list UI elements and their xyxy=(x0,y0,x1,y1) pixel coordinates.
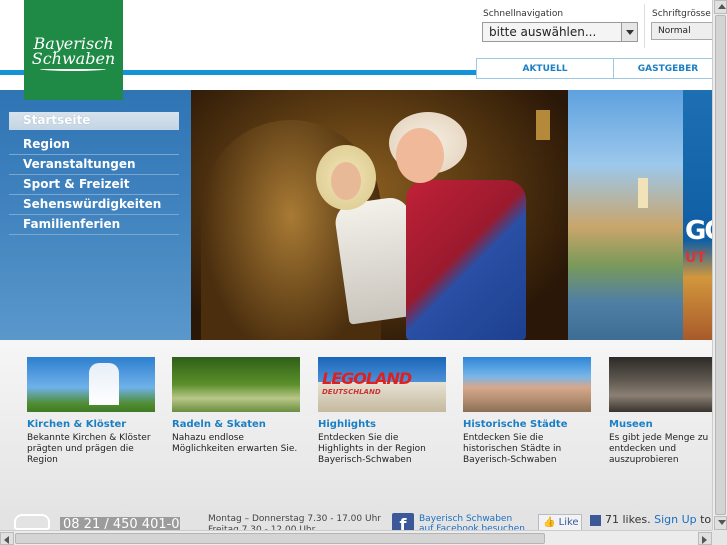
teaser-area: Kirchen & Klöster Bekannte Kirchen & Klö… xyxy=(0,340,712,512)
horizontal-scrollbar[interactable] xyxy=(0,530,712,545)
phone-icon xyxy=(14,514,50,530)
card-title[interactable]: Historische Städte xyxy=(463,419,591,430)
fontsize-value: Normal xyxy=(658,26,691,36)
quicknav-select[interactable]: bitte auswählen... xyxy=(482,22,638,42)
card-image[interactable] xyxy=(609,357,712,412)
legoland-logo-text: LEGOLAND DEUTSCHLAND xyxy=(322,369,412,396)
tab-gastgeber[interactable]: GASTGEBER xyxy=(613,58,723,79)
card-title[interactable]: Highlights xyxy=(318,419,446,430)
card-radeln[interactable]: Radeln & Skaten Nahazu endlose Möglichke… xyxy=(172,357,300,455)
horizontal-scroll-thumb[interactable] xyxy=(15,533,545,544)
scroll-up-button[interactable] xyxy=(714,0,727,14)
sidebar-item-label: Startseite xyxy=(23,113,91,127)
facebook-small-icon xyxy=(590,515,601,526)
card-image[interactable]: LEGOLAND DEUTSCHLAND xyxy=(318,357,446,412)
card-kirchen[interactable]: Kirchen & Klöster Bekannte Kirchen & Klö… xyxy=(27,357,155,466)
scrollbar-corner xyxy=(712,530,727,545)
hero-slider[interactable]: GO UT xyxy=(191,90,712,340)
card-desc: Bekannte Kirchen & Klöster prägten und p… xyxy=(27,433,151,465)
card-desc: Es gibt jede Menge zu entdecken und ausz… xyxy=(609,433,709,465)
card-image[interactable] xyxy=(27,357,155,412)
card-desc: Entdecken Sie die historischen Städte in… xyxy=(463,433,562,465)
card-desc: Entdecken Sie die Highlights in der Regi… xyxy=(318,433,426,465)
chevron-down-icon[interactable] xyxy=(621,23,637,41)
signup-link[interactable]: Sign Up xyxy=(654,513,697,526)
tab-aktuell[interactable]: AKTUELL xyxy=(476,58,614,79)
card-highlights[interactable]: LEGOLAND DEUTSCHLAND Highlights Entdecken… xyxy=(318,357,446,466)
vertical-scrollbar[interactable] xyxy=(712,0,727,530)
hero-image-legoland: GO UT xyxy=(683,90,712,340)
logo-swoosh xyxy=(40,67,106,71)
sidebar-item-sport[interactable]: Sport & Freizeit xyxy=(9,175,179,195)
header-divider xyxy=(644,4,645,48)
fontsize-select[interactable]: Normal xyxy=(651,22,721,40)
sidebar-item-sehenswuerdigkeiten[interactable]: Sehenswürdigkeiten xyxy=(9,195,179,215)
likes-text: 71 likes. Sign Up to see what your frien… xyxy=(605,513,712,526)
card-title[interactable]: Museen xyxy=(609,419,712,430)
sidebar-item-startseite[interactable]: Startseite xyxy=(9,112,179,130)
card-staedte[interactable]: Historische Städte Entdecken Sie die his… xyxy=(463,357,591,466)
sidebar-item-familienferien[interactable]: Familienferien xyxy=(9,215,179,235)
header: Bayerisch Schwaben Schnellnavigation bit… xyxy=(0,0,727,100)
card-desc: Nahazu endlose Möglichkeiten erwarten Si… xyxy=(172,433,298,454)
sidebar-item-veranstaltungen[interactable]: Veranstaltungen xyxy=(9,155,179,175)
logo[interactable]: Bayerisch Schwaben xyxy=(24,0,123,100)
card-museen[interactable]: Museen Es gibt jede Menge zu entdecken u… xyxy=(609,357,712,466)
logo-line2: Schwaben xyxy=(31,49,116,68)
scroll-down-button[interactable] xyxy=(714,516,727,530)
hero-image-town xyxy=(568,90,683,340)
scroll-left-button[interactable] xyxy=(0,532,14,545)
card-image[interactable] xyxy=(172,357,300,412)
card-title[interactable]: Radeln & Skaten xyxy=(172,419,300,430)
hero-image-theatre xyxy=(191,90,568,340)
scroll-right-button[interactable] xyxy=(698,532,712,545)
vertical-scroll-thumb[interactable] xyxy=(715,15,726,515)
card-image[interactable] xyxy=(463,357,591,412)
sidebar-item-region[interactable]: Region xyxy=(9,135,179,155)
card-title[interactable]: Kirchen & Klöster xyxy=(27,419,155,430)
quicknav-label: Schnellnavigation xyxy=(483,9,564,19)
quicknav-value: bitte auswählen... xyxy=(489,25,597,39)
fontsize-label: Schriftgrösse xyxy=(652,9,711,19)
hours-weekdays: Montag – Donnerstag 7.30 - 17.00 Uhr xyxy=(208,514,381,524)
sidebar: Startseite Region Veranstaltungen Sport … xyxy=(0,90,191,340)
facebook-link-line1[interactable]: Bayerisch Schwaben xyxy=(419,514,512,524)
